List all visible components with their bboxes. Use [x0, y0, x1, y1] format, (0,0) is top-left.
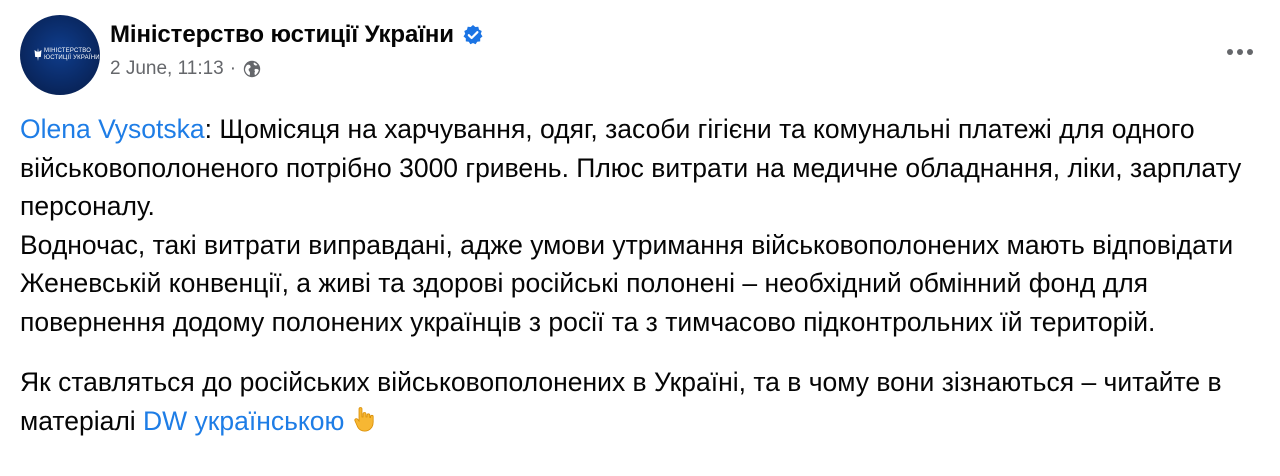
mention-link[interactable]: Olena Vysotska	[20, 114, 205, 144]
post-meta: 2 June, 11:13 ·	[110, 56, 262, 82]
more-dot	[1247, 49, 1253, 55]
page-name-link[interactable]: Міністерство юстиції України	[110, 21, 454, 49]
more-dot	[1237, 49, 1243, 55]
verified-badge-icon	[463, 25, 483, 45]
post-body: Olena Vysotska: Щомісяця на харчування, …	[20, 110, 1265, 440]
post-paragraph-1: Olena Vysotska: Щомісяця на харчування, …	[20, 110, 1265, 226]
avatar-label: МІНІСТЕРСТВО ЮСТИЦІЇ УКРАЇНИ	[44, 48, 100, 61]
pointing-down-hand-emoji-icon	[354, 406, 375, 432]
trident-emblem-icon	[34, 48, 42, 61]
post-paragraph-3: Як ставляться до російських військовопол…	[20, 363, 1265, 440]
meta-separator: ·	[229, 58, 237, 79]
page-avatar[interactable]: МІНІСТЕРСТВО ЮСТИЦІЇ УКРАЇНИ	[20, 15, 100, 95]
post-paragraph-2: Водночас, такі витрати виправдані, адже …	[20, 229, 1234, 337]
dw-article-link[interactable]: DW українською	[143, 406, 344, 436]
more-options-icon	[1227, 49, 1233, 55]
globe-icon[interactable]	[242, 59, 262, 79]
page-name-row: Міністерство юстиції України	[110, 20, 484, 50]
post-header: МІНІСТЕРСТВО ЮСТИЦІЇ УКРАЇНИ Міністерств…	[20, 12, 1260, 95]
post-timestamp[interactable]: 2 June, 11:13	[110, 58, 224, 80]
more-options-button[interactable]	[1220, 36, 1260, 68]
